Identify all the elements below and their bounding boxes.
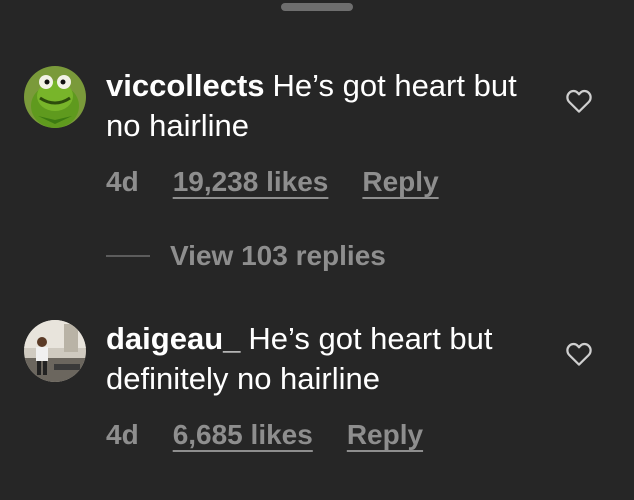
- view-replies-button[interactable]: View 103 replies: [106, 240, 386, 272]
- comment-meta: 4d 19,238 likes Reply: [106, 166, 439, 198]
- person-photo-avatar: [24, 320, 86, 382]
- comment-username[interactable]: viccollects: [106, 68, 265, 103]
- divider-line: [106, 255, 150, 257]
- heart-outline-icon[interactable]: [564, 339, 594, 369]
- comment-text-block: viccollects He’s got heart but no hairlin…: [106, 66, 546, 146]
- reply-button[interactable]: Reply: [347, 419, 423, 451]
- view-replies-label: View 103 replies: [170, 240, 386, 271]
- heart-outline-icon[interactable]: [564, 86, 594, 116]
- likes-count-link[interactable]: 6,685 likes: [173, 419, 313, 451]
- comment-text-block: daigeau_ He’s got heart but definitely no…: [106, 319, 546, 399]
- drag-handle[interactable]: [281, 3, 353, 11]
- reply-button[interactable]: Reply: [362, 166, 438, 198]
- likes-count-link[interactable]: 19,238 likes: [173, 166, 329, 198]
- comment-meta: 4d 6,685 likes Reply: [106, 419, 423, 451]
- comment-time: 4d: [106, 166, 139, 197]
- comment-time: 4d: [106, 419, 139, 450]
- user-avatar[interactable]: [24, 320, 86, 382]
- kermit-frog-avatar: [24, 66, 86, 128]
- user-avatar[interactable]: [24, 66, 86, 128]
- comment-username[interactable]: daigeau_: [106, 321, 240, 356]
